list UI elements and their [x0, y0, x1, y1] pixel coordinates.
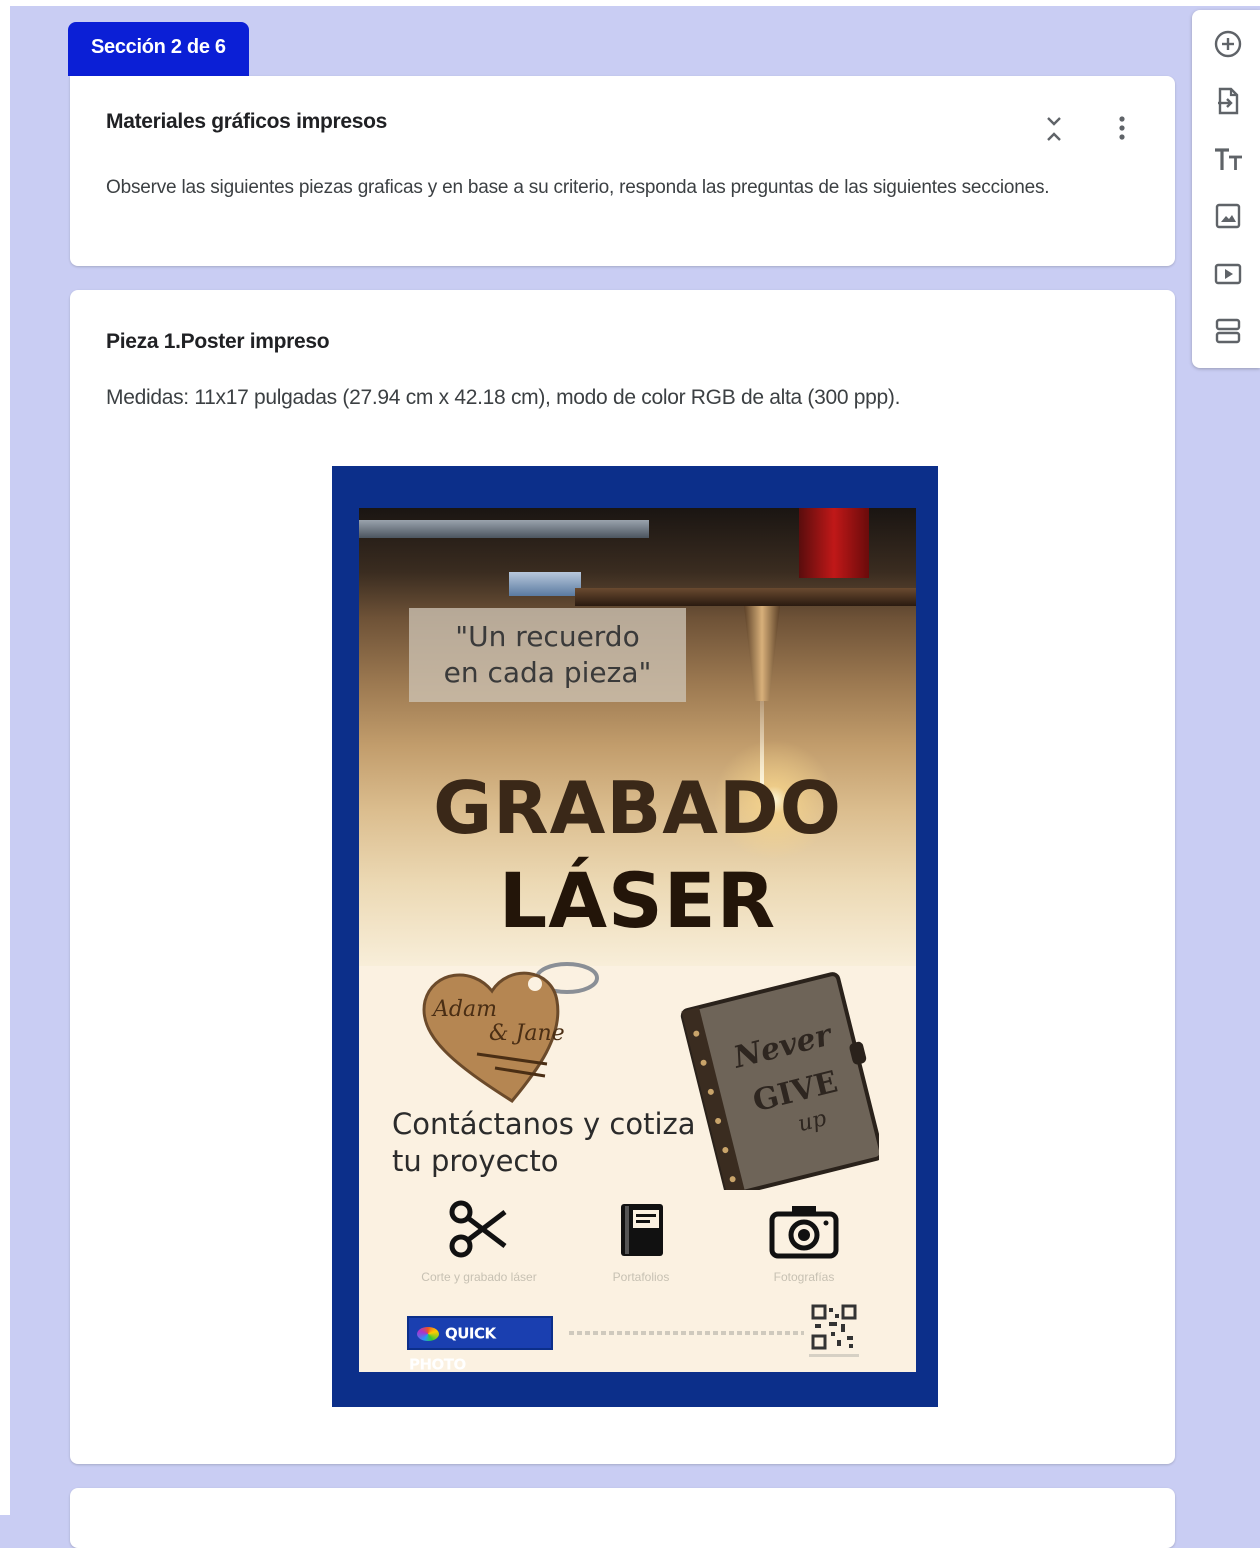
contact-line-2: tu proyecto	[392, 1144, 559, 1178]
section-header-card[interactable]: Materiales gráficos impresos Observe las…	[70, 76, 1175, 266]
floating-toolbar	[1192, 10, 1260, 368]
service-photography: Fotografías	[724, 1198, 884, 1284]
camera-icon	[769, 1206, 839, 1259]
item-title[interactable]: Pieza 1.Poster impreso	[106, 330, 330, 354]
add-title-button[interactable]	[1212, 143, 1244, 175]
add-image-icon	[1215, 203, 1241, 229]
heart-keychain-image: Adam & Jane	[422, 962, 599, 1103]
poster-image[interactable]: "Un recuerdo en cada pieza" GRABADO LÁSE…	[332, 466, 938, 1407]
add-image-button[interactable]	[1212, 200, 1244, 232]
section-tab: Sección 2 de 6	[68, 22, 249, 76]
poster-content: "Un recuerdo en cada pieza" GRABADO LÁSE…	[359, 508, 916, 1372]
collapse-section-button[interactable]	[1040, 112, 1068, 146]
add-video-icon	[1214, 263, 1242, 285]
headline-laser: LÁSER	[498, 856, 777, 945]
add-title-icon	[1215, 148, 1242, 170]
service-label: Portafolios	[612, 1270, 670, 1284]
headline-grabado: GRABADO	[433, 766, 842, 850]
section-title[interactable]: Materiales gráficos impresos	[106, 110, 387, 134]
quote-box: "Un recuerdo en cada pieza"	[409, 608, 686, 702]
collapse-icon	[1047, 117, 1061, 141]
contact-text: Contáctanos y cotiza tu proyecto	[392, 1106, 696, 1180]
service-portfolio: Portafolios	[561, 1198, 721, 1284]
machine-plate	[575, 588, 916, 606]
machine-carriage	[509, 572, 581, 596]
engraved-notebook-image: Never GIVE up	[680, 972, 879, 1190]
machine-red-part	[799, 508, 869, 578]
add-section-button[interactable]	[1212, 315, 1244, 347]
add-question-button[interactable]	[1212, 28, 1244, 60]
add-question-icon	[1214, 30, 1242, 58]
service-label: Fotografías	[773, 1270, 835, 1284]
next-item-card[interactable]	[70, 1488, 1175, 1548]
quick-photo-logo: QUICK PHOTO	[407, 1316, 553, 1372]
laser-nozzle	[744, 606, 780, 701]
rainbow-logo-icon	[417, 1326, 439, 1341]
book-icon	[621, 1204, 663, 1256]
machine-rail	[359, 520, 649, 538]
keychain-text-2: & Jane	[489, 1021, 565, 1046]
service-label: Corte y grabado láser	[421, 1270, 537, 1284]
more-options-button[interactable]	[1108, 112, 1136, 146]
footer-small-text	[569, 1331, 804, 1335]
add-video-button[interactable]	[1212, 258, 1244, 290]
qr-caption	[809, 1354, 859, 1357]
quote-line-2: en cada pieza"	[443, 656, 652, 689]
quote-line-1: "Un recuerdo	[455, 620, 640, 653]
add-section-icon	[1215, 318, 1241, 344]
section-description[interactable]: Observe las siguientes piezas graficas y…	[106, 172, 1086, 203]
more-vert-icon	[1119, 116, 1125, 140]
qr-code-icon	[811, 1304, 857, 1350]
import-questions-button[interactable]	[1212, 85, 1244, 117]
left-edge	[0, 0, 10, 1515]
contact-line-1: Contáctanos y cotiza	[392, 1107, 696, 1141]
image-item-card[interactable]: Pieza 1.Poster impreso Medidas: 11x17 pu…	[70, 290, 1175, 1464]
top-edge	[0, 0, 1260, 6]
scissors-icon	[449, 1200, 507, 1258]
item-description[interactable]: Medidas: 11x17 pulgadas (27.94 cm x 42.1…	[106, 386, 900, 410]
service-laser-cut: Corte y grabado láser	[399, 1198, 559, 1284]
keychain-text-1: Adam	[431, 997, 497, 1022]
import-questions-icon	[1218, 87, 1239, 115]
